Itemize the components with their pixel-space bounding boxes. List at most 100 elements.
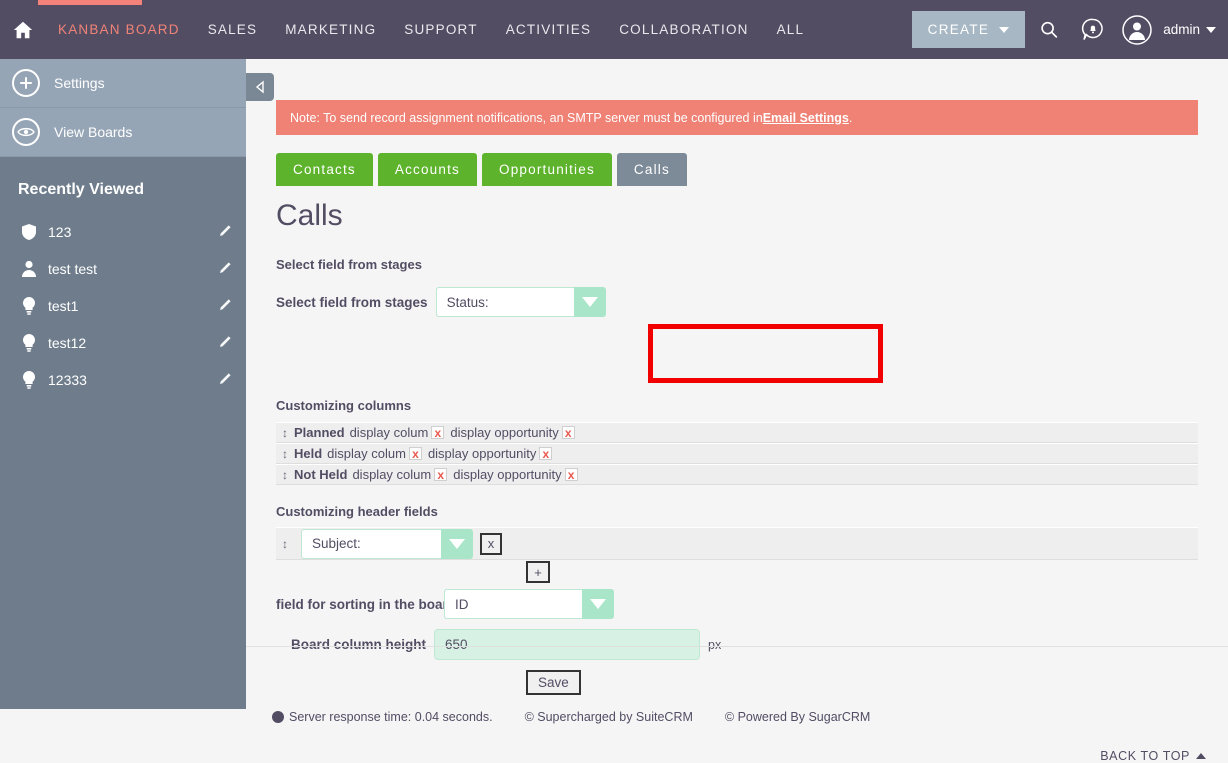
column-stage-name: Planned: [294, 425, 345, 440]
nav-item-kanban-board[interactable]: KANBAN BOARD: [44, 0, 194, 59]
chevron-down-icon: [1206, 26, 1216, 33]
user-menu-label: admin: [1163, 22, 1200, 37]
lightbulb-icon: [18, 296, 40, 315]
module-tabs: Contacts Accounts Opportunities Calls: [276, 153, 687, 186]
top-navigation-bar: KANBAN BOARD SALES MARKETING SUPPORT ACT…: [0, 0, 1228, 59]
server-response-time-label: Server response time: 0.04 seconds.: [289, 710, 493, 724]
list-item-label: test test: [48, 260, 98, 277]
remove-column-icon[interactable]: x: [434, 468, 448, 481]
column-display-label: display colum: [327, 446, 406, 461]
tab-opportunities[interactable]: Opportunities: [482, 153, 612, 186]
shield-icon: [18, 223, 40, 241]
user-avatar-icon[interactable]: [1117, 10, 1157, 50]
table-row[interactable]: ↕ Planned display colum x display opport…: [276, 422, 1198, 443]
chevron-down-icon: [441, 529, 473, 559]
nav-item-support[interactable]: SUPPORT: [390, 0, 491, 59]
page-title: Calls: [276, 199, 343, 232]
lightbulb-icon: [18, 333, 40, 352]
list-item-label: test1: [48, 297, 79, 314]
column-display-label: display colum: [352, 467, 432, 482]
column-opportunity-label: display opportunity: [453, 467, 562, 482]
chevron-down-icon: [999, 26, 1010, 33]
table-row[interactable]: ↕ Held display colum x display opportuni…: [276, 443, 1198, 464]
column-opportunity-label: display opportunity: [450, 425, 559, 440]
powered-by-label: © Powered By SugarCRM: [724, 710, 871, 724]
email-settings-link[interactable]: Email Settings: [763, 111, 849, 125]
tab-contacts[interactable]: Contacts: [276, 153, 373, 186]
banner-text-before: Note: To send record assignment notifica…: [290, 110, 763, 125]
sidebar: Settings View Boards Recently Viewed 123…: [0, 59, 246, 709]
chevron-down-icon: [582, 589, 614, 619]
remove-opportunity-icon[interactable]: x: [561, 426, 575, 439]
list-item-label: 12333: [48, 371, 87, 388]
sidebar-item-view-boards-label: View Boards: [54, 124, 133, 140]
collapse-left-icon[interactable]: [246, 73, 274, 101]
lightbulb-icon: [18, 370, 40, 389]
column-stage-name: Not Held: [294, 467, 348, 482]
list-item-label: 123: [48, 223, 72, 240]
drag-handle-icon[interactable]: ↕: [282, 427, 288, 439]
nav-item-sales[interactable]: SALES: [194, 0, 272, 59]
chevron-up-icon: [1196, 753, 1206, 759]
drag-handle-icon[interactable]: ↕: [282, 469, 288, 481]
header-field-select[interactable]: Subject:: [301, 528, 473, 559]
notification-bell-icon[interactable]: [1073, 10, 1113, 50]
home-icon[interactable]: [10, 17, 36, 43]
nav-item-collaboration[interactable]: COLLABORATION: [605, 0, 762, 59]
pencil-icon[interactable]: [217, 224, 232, 239]
main-nav-items: KANBAN BOARD SALES MARKETING SUPPORT ACT…: [44, 0, 818, 59]
nav-right-group: CREATE admin: [911, 0, 1228, 59]
drag-handle-icon[interactable]: ↕: [282, 538, 288, 550]
back-to-top-label: BACK TO TOP: [1100, 749, 1190, 763]
sidebar-item-view-boards[interactable]: View Boards: [0, 108, 246, 157]
pencil-icon[interactable]: [217, 298, 232, 313]
columns-section-label: Customizing columns: [276, 398, 412, 413]
user-menu[interactable]: admin: [1163, 22, 1216, 37]
search-icon[interactable]: [1029, 10, 1069, 50]
stage-field-select[interactable]: Status:: [435, 287, 606, 317]
eye-circle-icon: [12, 118, 40, 146]
sort-field-label: field for sorting in the board: [276, 596, 454, 612]
person-icon: [18, 260, 40, 277]
sort-field-select-value: ID: [444, 589, 582, 619]
chevron-down-icon: [574, 287, 606, 317]
nav-item-marketing[interactable]: MARKETING: [271, 0, 390, 59]
tab-calls[interactable]: Calls: [616, 153, 687, 186]
tab-accounts[interactable]: Accounts: [377, 153, 478, 186]
sort-field-select[interactable]: ID: [444, 589, 614, 619]
banner-text-after: .: [848, 110, 853, 125]
sidebar-item-settings-label: Settings: [54, 75, 105, 91]
drag-handle-icon[interactable]: ↕: [282, 448, 288, 460]
list-item[interactable]: 12333: [0, 361, 246, 398]
list-item[interactable]: test test: [0, 250, 246, 287]
list-item[interactable]: test12: [0, 324, 246, 361]
remove-header-field-button[interactable]: x: [480, 532, 502, 555]
remove-opportunity-icon[interactable]: x: [539, 447, 553, 460]
nav-item-activities[interactable]: ACTIVITIES: [492, 0, 606, 59]
plus-circle-icon: [12, 69, 40, 97]
remove-column-icon[interactable]: x: [431, 426, 445, 439]
header-field-row: ↕ Subject: x: [276, 527, 1198, 560]
remove-column-icon[interactable]: x: [408, 447, 422, 460]
back-to-top-button[interactable]: BACK TO TOP: [1100, 749, 1206, 763]
remove-opportunity-icon[interactable]: x: [564, 468, 578, 481]
create-button[interactable]: CREATE: [911, 11, 1026, 48]
pencil-icon[interactable]: [217, 372, 232, 387]
customizing-columns-list: ↕ Planned display colum x display opport…: [276, 422, 1198, 485]
pencil-icon[interactable]: [217, 335, 232, 350]
clock-icon: [272, 711, 284, 723]
column-stage-name: Held: [294, 446, 323, 461]
stages-section-label: Select field from stages: [276, 257, 422, 272]
pencil-icon[interactable]: [217, 261, 232, 276]
list-item[interactable]: test1: [0, 287, 246, 324]
list-item[interactable]: 123: [0, 213, 246, 250]
list-item-label: test12: [48, 334, 87, 351]
sidebar-item-settings[interactable]: Settings: [0, 59, 246, 108]
supercharged-label: © Supercharged by SuiteCRM: [524, 710, 693, 724]
nav-item-all[interactable]: ALL: [763, 0, 819, 59]
header-field-select-value: Subject:: [301, 528, 441, 559]
add-header-field-button[interactable]: +: [526, 561, 550, 583]
table-row[interactable]: ↕ Not Held display colum x display oppor…: [276, 464, 1198, 485]
sort-field-row: field for sorting in the board ID: [276, 589, 614, 619]
column-opportunity-label: display opportunity: [427, 446, 537, 461]
